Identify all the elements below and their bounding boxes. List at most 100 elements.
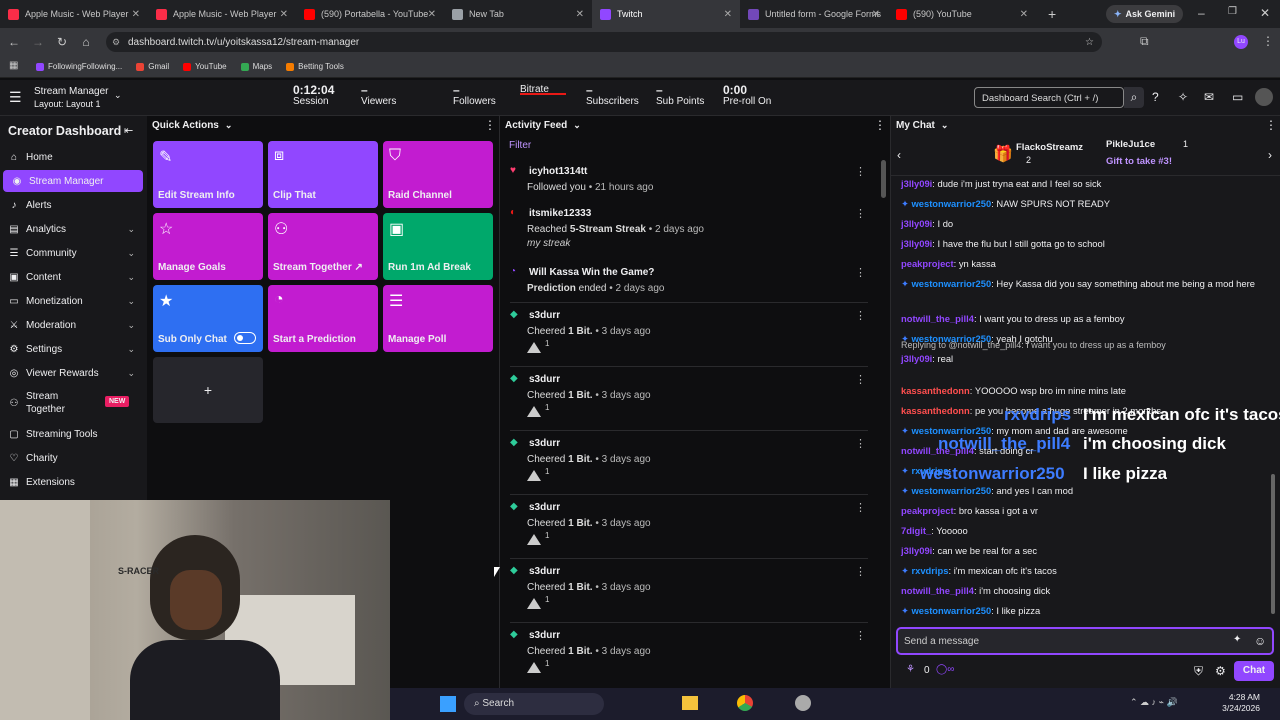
site-info-icon[interactable]: ⚙ [112,37,120,48]
chat-message[interactable]: kassanthedonn: YOOOOO wsp bro im nine mi… [901,385,1266,397]
bookmark-item[interactable]: Betting Tools [286,62,344,71]
activity-item-menu-icon[interactable]: ⋮ [855,309,866,322]
magic-emote-icon[interactable]: ✦ [1233,634,1241,645]
apps-grid-icon[interactable]: ▦ [9,60,18,71]
user-avatar[interactable] [1255,88,1273,106]
file-explorer-icon[interactable] [682,696,698,710]
activity-item-menu-icon[interactable]: ⋮ [855,373,866,386]
activity-item-menu-icon[interactable]: ⋮ [855,501,866,514]
activity-menu-icon[interactable]: ⋮ [874,118,886,132]
chat-message[interactable]: ✦ westonwarrior250: Hey Kassa did you sa… [901,278,1266,290]
browser-tab[interactable]: (590) YouTube ✕ [888,0,1036,28]
activity-item[interactable]: ◆ s3durr Cheered 1 Bit. • 3 days ago 1 ⋮ [510,430,880,493]
my-chat-header[interactable]: My Chat ⌄ [896,116,948,134]
sidebar-item-charity[interactable]: ♡ Charity [0,447,145,469]
chat-settings-icon[interactable]: ⚙ [1215,664,1226,678]
close-tab-icon[interactable]: ✕ [280,9,288,20]
magic-icon[interactable]: ✧ [1178,90,1188,104]
chevron-right-icon[interactable]: › [1268,148,1272,162]
browser-tab[interactable]: Untitled form - Google Forms ✕ [740,0,888,28]
sidebar-item-community[interactable]: ☰ Community ⌄ [0,242,145,264]
chat-message[interactable]: peakproject: bro kassa i got a vr [901,505,1266,517]
activity-item[interactable]: ◆ s3durr Cheered 1 Bit. • 3 days ago 1 ⋮ [510,494,880,557]
browser-tab[interactable]: (590) Portabella - YouTube ✕ [296,0,444,28]
collapse-sidebar-icon[interactable]: ⇤ [124,124,133,137]
chat-message[interactable]: 7digit_: Yooooo [901,525,1266,537]
extensions-icon[interactable]: ⧉ [1140,34,1149,49]
close-tab-icon[interactable]: ✕ [724,9,732,20]
sidebar-item-extensions[interactable]: ▦ Extensions [0,471,145,493]
close-tab-icon[interactable]: ✕ [576,9,584,20]
layout-selector[interactable]: Stream Manager Layout: Layout 1 [34,86,108,110]
minimize-button[interactable]: – [1198,6,1205,20]
chat-message[interactable]: peakproject: yn kassa [901,258,1266,270]
chat-send-button[interactable]: Chat [1234,661,1274,681]
quick-action-raid-channel[interactable]: ⛉ Raid Channel [383,141,493,208]
close-window-button[interactable]: ✕ [1260,6,1270,20]
quick-action-start-a-prediction[interactable]: ◔ Start a Prediction [268,285,378,352]
quick-action-manage-poll[interactable]: ☰ Manage Poll [383,285,493,352]
dashboard-search-input[interactable]: Dashboard Search (Ctrl + /) [974,87,1124,108]
browser-tab[interactable]: Apple Music - Web Player ✕ [148,0,296,28]
activity-item-menu-icon[interactable]: ⋮ [855,207,866,220]
chevron-left-icon[interactable]: ‹ [897,148,901,162]
browser-tab[interactable]: Twitch ✕ [592,0,740,28]
activity-feed-header[interactable]: Activity Feed ⌄ [505,116,581,134]
chrome-icon[interactable] [737,695,753,711]
chat-input[interactable]: Send a message [896,627,1274,655]
activity-item[interactable]: ◐ itsmike12333 Reached 5-Stream Streak • 2… [510,207,880,263]
browser-tab[interactable]: New Tab ✕ [444,0,592,28]
sidebar-item-monetization[interactable]: ▭ Monetization ⌄ [0,290,145,312]
back-icon[interactable]: ← [2,35,26,49]
chat-message[interactable]: j3lly09i: can we be real for a sec [901,545,1266,557]
quick-action-manage-goals[interactable]: ☆ Manage Goals [153,213,263,280]
sidebar-item-analytics[interactable]: ▤ Analytics ⌄ [0,218,145,240]
clock[interactable]: 4:28 AM 3/24/2026 [1215,692,1260,714]
sidebar-item-streaming-tools[interactable]: ▢ Streaming Tools [0,423,145,445]
activity-item-menu-icon[interactable]: ⋮ [855,565,866,578]
chat-message[interactable]: notwill_the_pill4: i'm choosing dick [901,585,1266,597]
close-tab-icon[interactable]: ✕ [1020,9,1028,20]
start-icon[interactable] [440,696,456,712]
bits-counter-icon[interactable]: ◯∞ [936,664,954,675]
chevron-down-icon[interactable]: ⌄ [114,90,122,101]
sidebar-item-alerts[interactable]: ♪ Alerts [0,194,145,216]
close-tab-icon[interactable]: ✕ [428,9,436,20]
activity-item[interactable]: ◆ s3durr Cheered 1 Bit. • 3 days ago 1 ⋮ [510,366,880,429]
help-icon[interactable]: ? [1152,90,1159,104]
bookmark-item[interactable]: YouTube [183,62,227,71]
home-browser-icon[interactable]: ⌂ [74,35,98,49]
search-icon[interactable]: ⌕ [1124,87,1144,108]
sidebar-item-stream-together[interactable]: ⚇ Stream Together NEW [0,388,145,418]
quick-actions-header[interactable]: Quick Actions ⌄ [152,116,232,134]
system-tray[interactable]: ⌃ ☁ ♪ ⌁ 🔊 [1130,697,1178,708]
sidebar-item-content[interactable]: ▣ Content ⌄ [0,266,145,288]
chat-menu-icon[interactable]: ⋮ [1265,118,1277,132]
chat-scrollbar[interactable] [1271,474,1275,614]
bookmark-item[interactable]: Maps [240,62,272,71]
quick-actions-menu-icon[interactable]: ⋮ [484,118,496,132]
chat-message[interactable]: ✦ rxvdrips: i'm mexican ofc it's tacos [901,565,1266,577]
maximize-button[interactable]: ❐ [1228,6,1237,17]
taskbar-search[interactable]: ⌕ Search [464,693,604,715]
quick-action-edit-stream-info[interactable]: ✎ Edit Stream Info [153,141,263,208]
add-quick-action-button[interactable]: + [153,357,263,423]
chat-message[interactable]: j3lly09i: I do [901,218,1266,230]
chat-message[interactable]: ✦ westonwarrior250: and yes I can mod [901,485,1266,497]
steam-icon[interactable] [795,695,811,711]
activity-scrollbar[interactable] [881,160,886,198]
filter-button[interactable]: Filter [509,140,531,151]
activity-item[interactable]: ◆ s3durr Cheered 1 Bit. • 3 days ago 1 ⋮ [510,302,880,365]
chat-message[interactable]: ✦ westonwarrior250: NAW SPURS NOT READY [901,198,1266,210]
chat-message[interactable]: j3lly09i: dude i'm just tryna eat and I … [901,178,1266,190]
reload-icon[interactable]: ↻ [50,35,74,49]
forward-icon[interactable]: → [26,35,50,49]
sidebar-item-home[interactable]: ⌂ Home [0,146,145,168]
sidebar-item-moderation[interactable]: ⚔ Moderation ⌄ [0,314,145,336]
browser-tab[interactable]: Apple Music - Web Player ✕ [0,0,148,28]
chat-message[interactable]: notwill_the_pill4: I want you to dress u… [901,313,1266,325]
activity-item-menu-icon[interactable]: ⋮ [855,266,866,279]
quick-action-clip-that[interactable]: ⧈ Clip That [268,141,378,208]
close-tab-icon[interactable]: ✕ [872,9,880,20]
browser-menu-icon[interactable]: ⋮ [1262,34,1274,48]
